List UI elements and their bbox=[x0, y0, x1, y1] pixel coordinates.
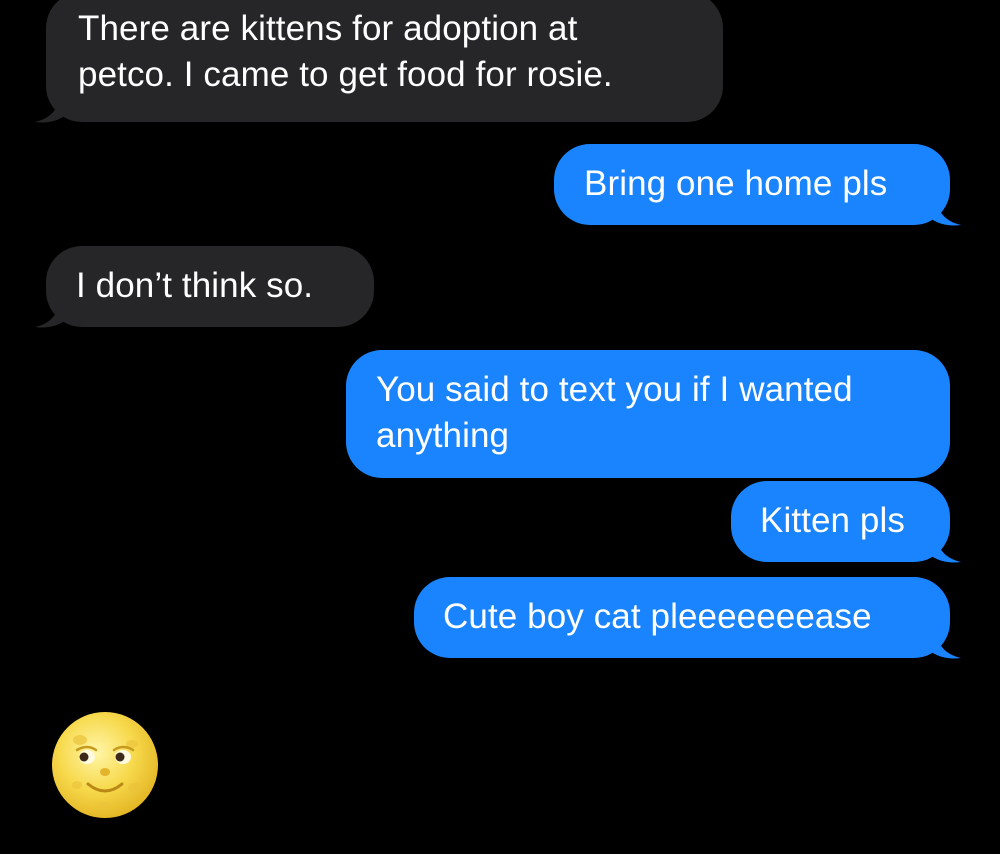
message-text-line: anything bbox=[376, 416, 510, 455]
message-text-line: I don’t think so. bbox=[76, 266, 314, 305]
emoji-message[interactable] bbox=[50, 710, 160, 820]
message-bubble-incoming[interactable]: I don’t think so. bbox=[35, 246, 374, 328]
bubble-tail-icon bbox=[35, 86, 71, 123]
full-moon-face-icon bbox=[52, 712, 158, 818]
message-text-line: Kitten pls bbox=[760, 501, 905, 540]
message-bubble-outgoing[interactable]: Cute boy cat pleeeeeeease bbox=[414, 577, 961, 659]
message-text-line: Bring one home pls bbox=[584, 164, 888, 203]
message-bubble-incoming[interactable]: There are kittens for adoption at petco.… bbox=[35, 0, 723, 123]
bubble-tail-icon bbox=[925, 526, 961, 563]
message-text-line: You said to text you if I wanted bbox=[376, 370, 853, 409]
message-bubble-outgoing[interactable]: Kitten pls bbox=[731, 481, 961, 563]
message-bubble-outgoing[interactable]: Bring one home pls bbox=[554, 144, 961, 226]
bubble-tail-icon bbox=[925, 622, 961, 659]
bubble-tail-icon bbox=[35, 291, 71, 328]
message-text-line: There are kittens for adoption at bbox=[78, 9, 578, 48]
bubble-tail-icon bbox=[925, 189, 961, 226]
message-text-line: petco. I came to get food for rosie. bbox=[78, 55, 613, 94]
message-text-line: Cute boy cat pleeeeeeease bbox=[443, 597, 872, 636]
message-thread: There are kittens for adoption at petco.… bbox=[0, 0, 1000, 854]
message-bubble-outgoing[interactable]: You said to text you if I wanted anythin… bbox=[346, 350, 950, 478]
